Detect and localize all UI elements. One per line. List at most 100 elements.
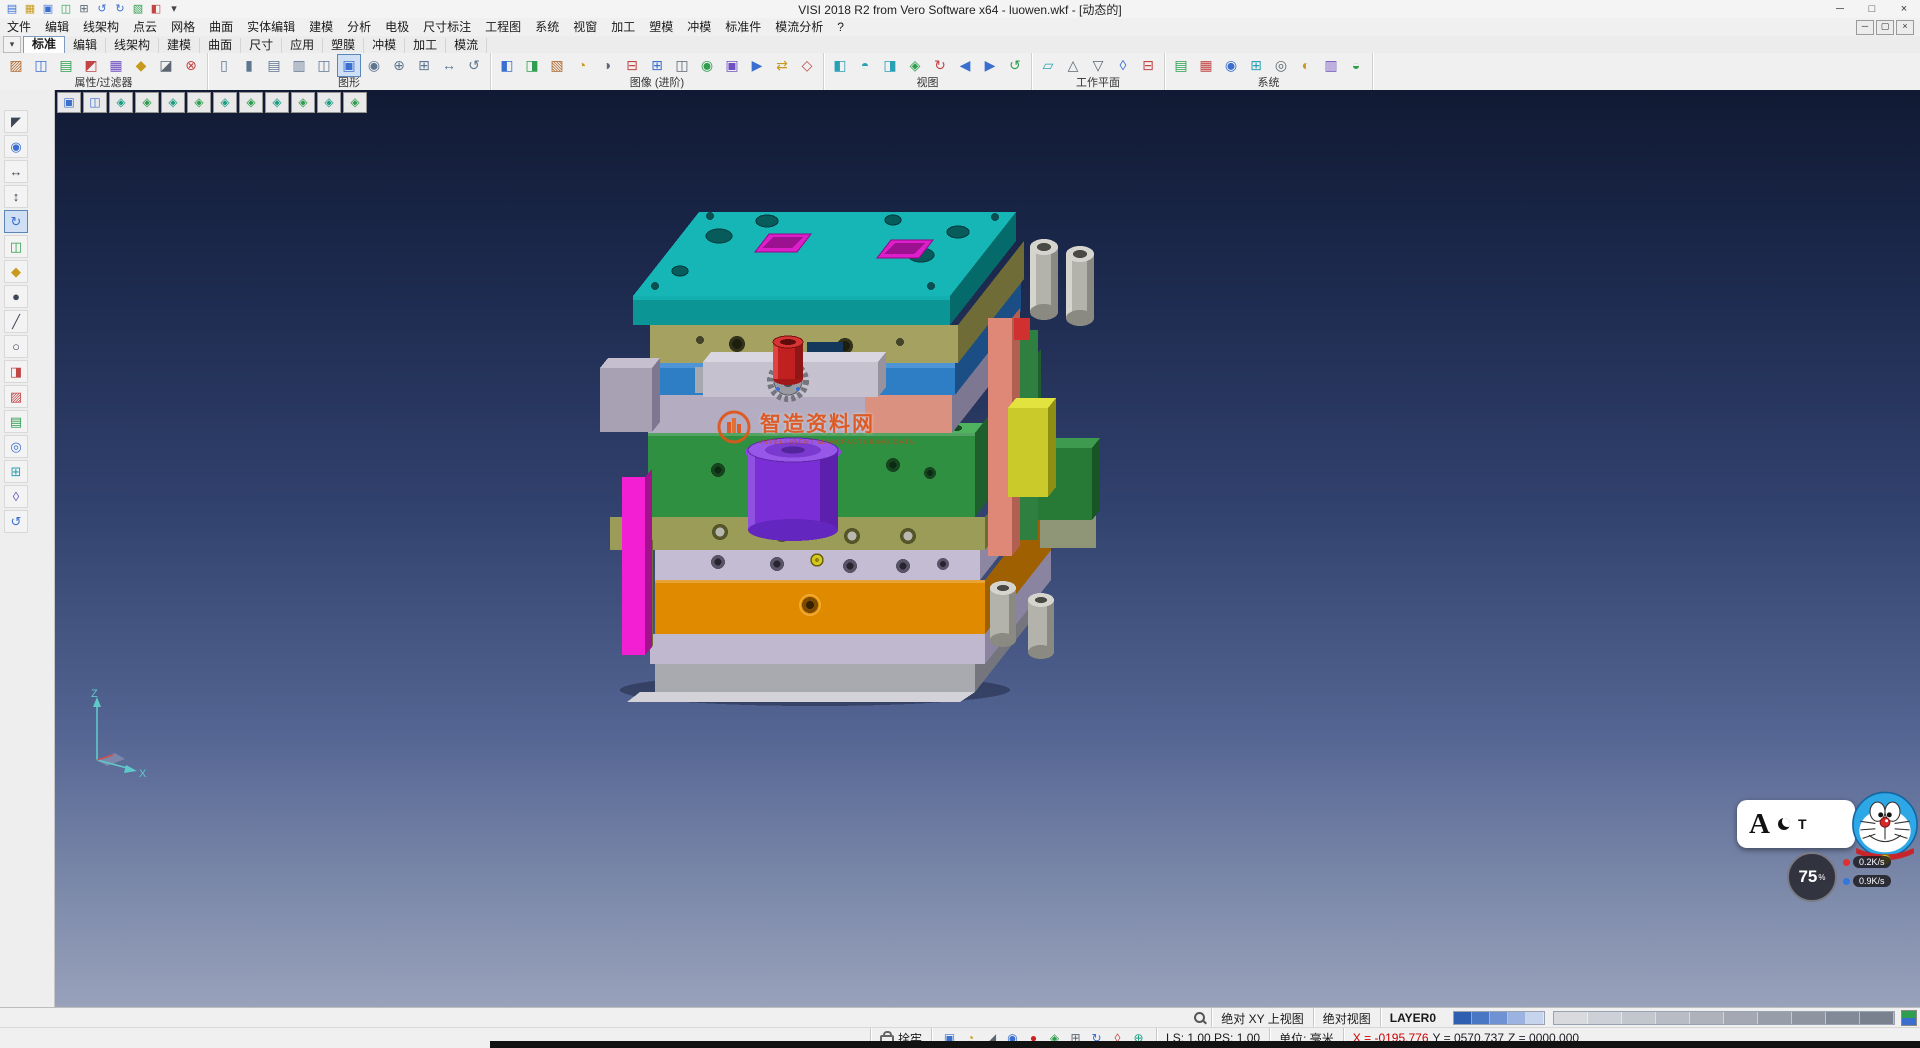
filter-layer-icon[interactable]: ▤ <box>54 54 78 77</box>
menu-item-编辑[interactable]: 编辑 <box>38 18 76 36</box>
view-previous-icon[interactable]: ◀ <box>953 54 977 77</box>
shaded-view-icon[interactable]: ▮ <box>237 54 261 77</box>
fit-view-icon[interactable]: ▣ <box>57 92 81 113</box>
advanced-render-icon[interactable]: ◧ <box>495 54 519 77</box>
line-icon[interactable]: ╱ <box>4 310 28 333</box>
circle-icon[interactable]: ○ <box>4 335 28 358</box>
hidden-line-icon[interactable]: ▥ <box>287 54 311 77</box>
tab-尺寸[interactable]: 尺寸 <box>241 38 282 53</box>
view-color-swatch[interactable] <box>1656 1012 1690 1024</box>
regenerate-icon[interactable]: ↺ <box>462 54 486 77</box>
menu-item-工程图[interactable]: 工程图 <box>478 18 528 36</box>
quick-access-dropdown-icon[interactable]: ▾ <box>166 2 182 17</box>
layers-icon[interactable]: ▧ <box>130 2 146 17</box>
windows-taskbar-sliver[interactable] <box>490 1041 1920 1048</box>
zoom-window-view-icon[interactable]: ◫ <box>83 92 107 113</box>
undo-icon[interactable]: ↺ <box>94 2 110 17</box>
display-list-icon[interactable]: ▯ <box>212 54 236 77</box>
minimize-button[interactable]: ─ <box>1824 1 1856 18</box>
mdi-restore-button[interactable]: ▢ <box>1876 20 1894 35</box>
compare-icon[interactable]: ⇄ <box>770 54 794 77</box>
database-icon[interactable]: ▥ <box>1319 54 1343 77</box>
zoom-dynamic-icon[interactable]: ◉ <box>4 135 28 158</box>
shaded-edges-icon[interactable]: ▣ <box>337 54 361 77</box>
tab-塑膜[interactable]: 塑膜 <box>323 38 364 53</box>
mold-assembly-model[interactable] <box>55 90 1920 1008</box>
workplane-xy-icon[interactable]: ▱ <box>1036 54 1060 77</box>
animation-icon[interactable]: ▶ <box>745 54 769 77</box>
tab-建模[interactable]: 建模 <box>159 38 200 53</box>
redo-icon[interactable]: ↻ <box>112 2 128 17</box>
entity-info-icon[interactable]: ◎ <box>4 435 28 458</box>
menu-item-网格[interactable]: 网格 <box>164 18 202 36</box>
session-info-icon[interactable]: ◒ <box>1344 54 1368 77</box>
ucs-icon[interactable]: ◊ <box>4 485 28 508</box>
tab-标准[interactable]: 标准 <box>23 36 65 53</box>
filter-color-icon[interactable]: ◩ <box>79 54 103 77</box>
clipping-icon[interactable]: ⊞ <box>645 54 669 77</box>
layer-color-swatch[interactable] <box>1490 1012 1508 1024</box>
view-color-swatch[interactable] <box>1792 1012 1826 1024</box>
menu-item-系统[interactable]: 系统 <box>528 18 566 36</box>
view-cube-axonometric-icon[interactable]: ◈ <box>291 92 315 113</box>
zoom-window-icon[interactable]: ⊞ <box>412 54 436 77</box>
trim-icon[interactable]: ◨ <box>4 360 28 383</box>
overlay-widget[interactable]: A T 75% <box>1735 790 1920 915</box>
erase-icon[interactable]: ▨ <box>4 385 28 408</box>
layer-manager-icon[interactable]: ▤ <box>1169 54 1193 77</box>
view-color-swatch[interactable] <box>1588 1012 1622 1024</box>
world-axes-icon[interactable]: ◉ <box>1219 54 1243 77</box>
layer-color-swatch[interactable] <box>1454 1012 1472 1024</box>
transparency-icon[interactable]: ◫ <box>312 54 336 77</box>
texture-icon[interactable]: ▧ <box>545 54 569 77</box>
menu-item-实体编辑[interactable]: 实体编辑 <box>240 18 302 36</box>
layer-cell[interactable]: LAYER0 <box>1380 1008 1445 1028</box>
lighting-icon[interactable]: ◔ <box>570 54 594 77</box>
snapshot-icon[interactable]: ▣ <box>720 54 744 77</box>
view-rotate-icon[interactable]: ↻ <box>928 54 952 77</box>
view-color-swatch[interactable] <box>1860 1012 1894 1024</box>
filter-reset-icon[interactable]: ⊗ <box>179 54 203 77</box>
layer-color-swatch[interactable] <box>1508 1012 1526 1024</box>
select-arrow-icon[interactable]: ◤ <box>4 110 28 133</box>
tab-dropdown-icon[interactable]: ▾ <box>3 36 21 53</box>
maximize-button[interactable]: □ <box>1856 1 1888 18</box>
copy-attributes-icon[interactable]: ◫ <box>29 54 53 77</box>
shadow-icon[interactable]: ◑ <box>595 54 619 77</box>
workplane-3points-icon[interactable]: △ <box>1061 54 1085 77</box>
layer-color-swatch[interactable] <box>1526 1012 1544 1024</box>
layer-assign-icon[interactable]: ▤ <box>4 410 28 433</box>
menu-item-尺寸标注[interactable]: 尺寸标注 <box>416 18 478 36</box>
orbit-icon[interactable]: ◉ <box>362 54 386 77</box>
view-cube-bottom-icon[interactable]: ◈ <box>265 92 289 113</box>
section-icon[interactable]: ⊟ <box>620 54 644 77</box>
save-file-icon[interactable]: ▣ <box>40 2 56 17</box>
filter-element-icon[interactable]: ▦ <box>104 54 128 77</box>
menu-item-模流分析[interactable]: 模流分析 <box>768 18 830 36</box>
menu-item-分析[interactable]: 分析 <box>340 18 378 36</box>
absolute-view-cell[interactable]: 绝对视图 <box>1313 1008 1380 1028</box>
view-color-swatch[interactable] <box>1724 1012 1758 1024</box>
menu-item-线架构[interactable]: 线架构 <box>76 18 126 36</box>
widget-card[interactable]: A T <box>1737 800 1855 848</box>
wireframe-view-icon[interactable]: ▤ <box>262 54 286 77</box>
view-cube-user-icon[interactable]: ◈ <box>343 92 367 113</box>
rotate-tool-icon[interactable]: ↻ <box>4 210 28 233</box>
view-refresh-icon[interactable]: ↺ <box>1003 54 1027 77</box>
view-iso-icon[interactable]: ◈ <box>903 54 927 77</box>
search-icon[interactable] <box>1194 1011 1207 1025</box>
view-front-icon[interactable]: ◧ <box>828 54 852 77</box>
view-next-icon[interactable]: ▶ <box>978 54 1002 77</box>
view-cube-left-icon[interactable]: ◈ <box>213 92 237 113</box>
progress-circle[interactable]: 75% <box>1787 852 1837 902</box>
magnet-snap-icon[interactable]: ◆ <box>129 54 153 77</box>
menu-item-冲模[interactable]: 冲模 <box>680 18 718 36</box>
tab-加工[interactable]: 加工 <box>405 38 446 53</box>
menu-item-?[interactable]: ? <box>830 18 851 36</box>
mdi-close-button[interactable]: × <box>1896 20 1914 35</box>
view-cube-top-icon[interactable]: ◈ <box>135 92 159 113</box>
menu-item-曲面[interactable]: 曲面 <box>202 18 240 36</box>
view-mode-corner-icon[interactable] <box>1901 1010 1917 1026</box>
zoom-extents-icon[interactable]: ⊕ <box>387 54 411 77</box>
pan-icon[interactable]: ↔ <box>437 54 461 77</box>
